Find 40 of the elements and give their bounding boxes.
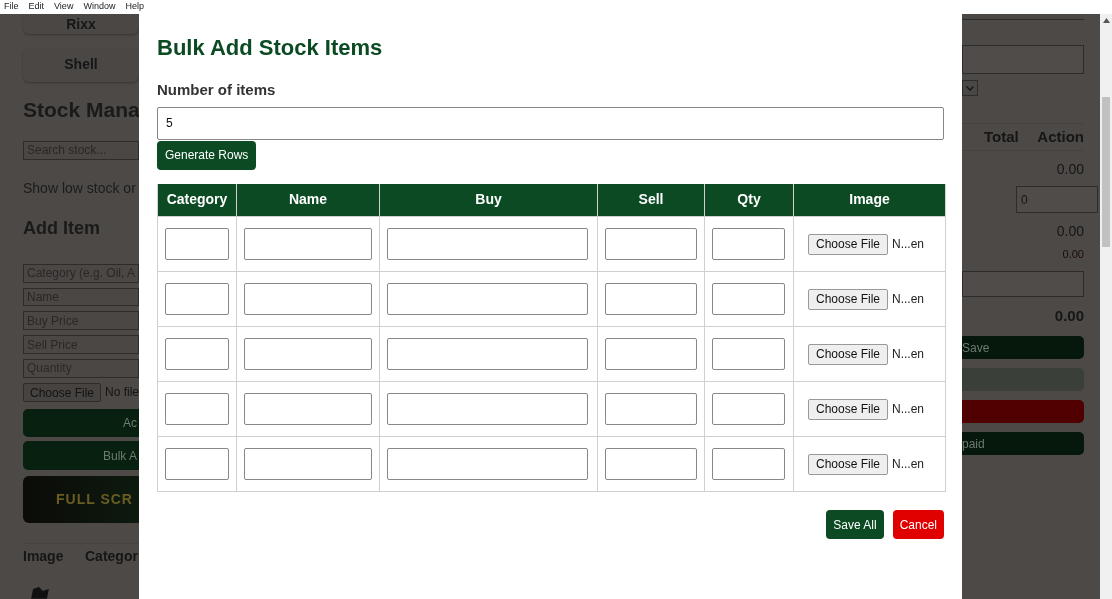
scrollbar-thumb[interactable] <box>1102 97 1110 247</box>
action-button[interactable]: Bulk A <box>23 441 139 471</box>
column-header: Name <box>236 183 380 217</box>
column-header: Image <box>23 547 65 567</box>
scroll-up-icon[interactable] <box>1102 18 1110 23</box>
file-button[interactable]: Choose File <box>808 233 889 255</box>
dropdown-caret[interactable] <box>962 80 978 96</box>
file-button[interactable]: Choose File <box>808 288 889 310</box>
file-button[interactable]: Choose File <box>808 343 889 365</box>
file-status: N...en <box>892 456 925 473</box>
amount-text: 0.00 <box>1062 247 1084 262</box>
action-button[interactable]: Ac <box>23 408 139 438</box>
product-icon <box>29 585 51 599</box>
menu-item[interactable]: Help <box>125 0 144 14</box>
dialog-title: Bulk Add Stock Items <box>157 34 383 62</box>
dialog-button[interactable]: Save All <box>826 510 884 539</box>
menu-item[interactable]: File <box>4 0 19 14</box>
dialog-button[interactable]: Cancel <box>892 510 944 539</box>
menu-item[interactable]: Window <box>83 0 116 14</box>
menu-item[interactable]: View <box>54 0 74 14</box>
file-status: N...en <box>892 291 925 308</box>
column-header: Sell <box>597 183 705 217</box>
menu-item[interactable]: Edit <box>28 0 45 14</box>
column-header: Category <box>157 183 237 217</box>
count-field[interactable]: 5 <box>157 106 944 140</box>
field-label: Number of items <box>157 80 276 100</box>
file-status: N...en <box>892 401 925 418</box>
file-status: N...en <box>892 236 925 253</box>
file-button[interactable]: Choose File <box>808 453 889 475</box>
column-header: Action <box>1036 126 1084 147</box>
column-header: Buy <box>379 183 598 217</box>
file-status: N...en <box>892 346 925 363</box>
column-header: Categor <box>84 547 138 567</box>
action-button[interactable]: paid <box>962 432 1084 455</box>
column-header: Qty <box>704 183 794 217</box>
column-header: Image <box>793 183 946 217</box>
action-button[interactable]: Save <box>962 336 1084 359</box>
generate-button[interactable]: Generate Rows <box>157 140 257 170</box>
file-button[interactable]: Choose File <box>808 398 889 420</box>
file-status: No file <box>105 384 139 402</box>
